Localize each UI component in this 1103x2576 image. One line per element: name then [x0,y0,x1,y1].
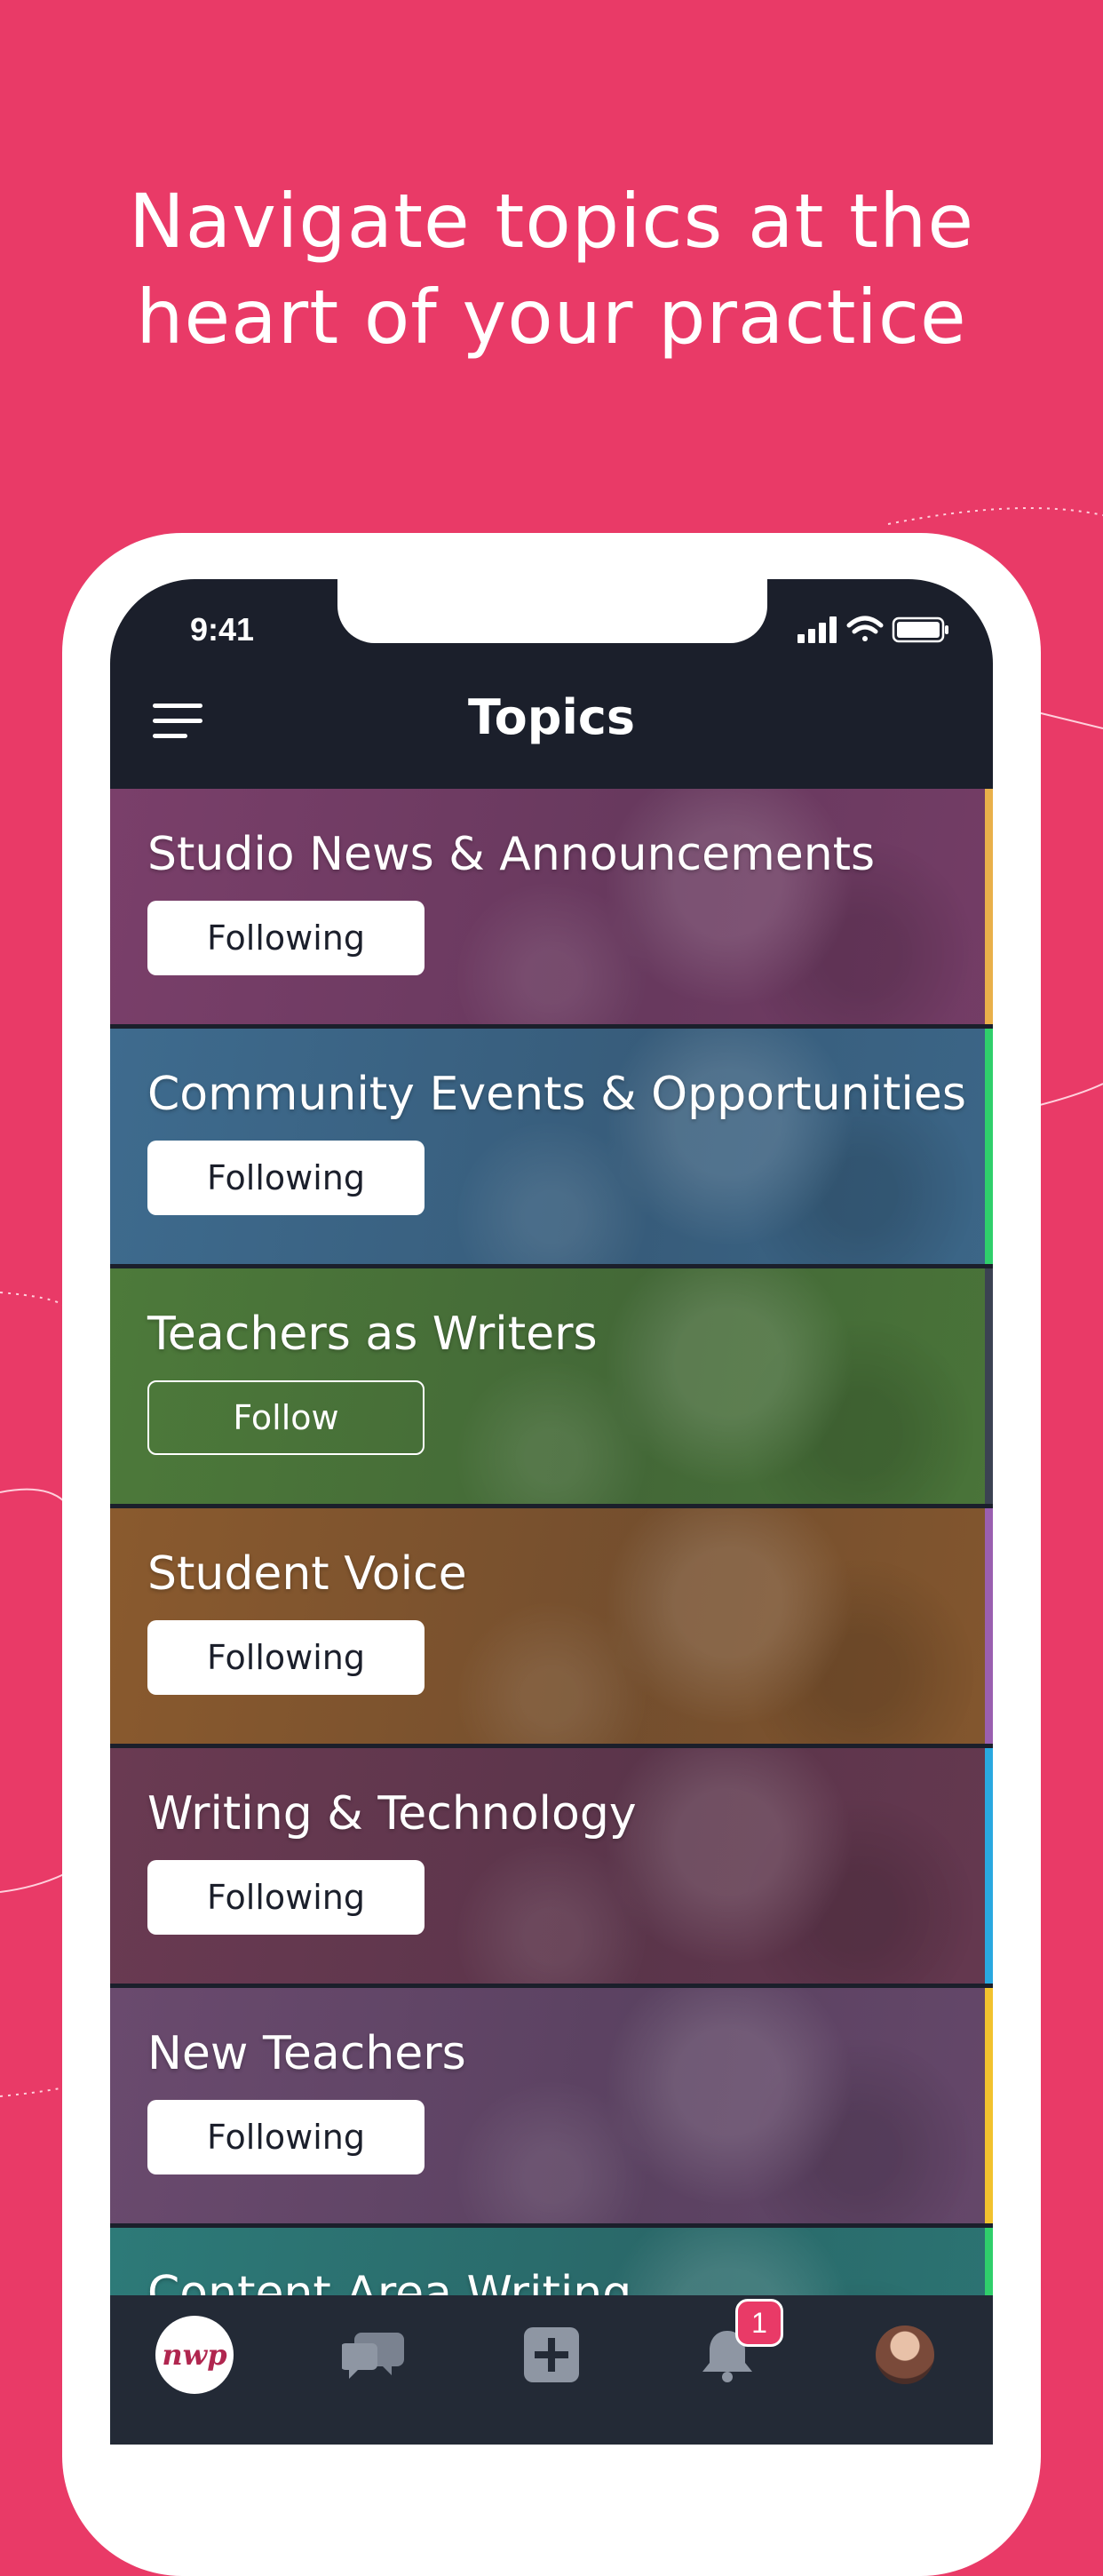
tab-home[interactable]: nwp [155,2315,234,2395]
promo-headline: Navigate topics at the heart of your pra… [0,173,1103,365]
page-title: Topics [467,689,636,745]
tab-profile[interactable] [865,2315,945,2395]
topic-color-stripe [985,1029,993,1264]
follow-button[interactable]: Follow [147,1380,425,1455]
topic-color-stripe [985,789,993,1024]
chat-bubbles-icon [342,2333,404,2379]
following-button[interactable]: Following [147,1620,425,1695]
topic-title: Student Voice [147,1547,467,1601]
topic-title: Teachers as Writers [147,1308,598,1361]
topic-color-stripe [985,1748,993,1984]
topic-row[interactable]: Writing & Technology Following [110,1748,993,1984]
tab-add-post[interactable] [512,2315,591,2395]
topic-row[interactable]: Studio News & Announcements Following [110,789,993,1024]
signal-icon [797,616,837,643]
tab-notifications[interactable]: 1 [687,2299,783,2395]
tab-bar: nwp 1 [110,2295,993,2445]
nav-header: Topics [110,668,993,789]
topic-color-stripe [985,1988,993,2223]
wifi-icon [846,616,884,641]
app-screen: 9:41 Topics Studio News & Announcements F… [110,579,993,2445]
following-button[interactable]: Following [147,2100,425,2174]
topic-title: Studio News & Announcements [147,828,876,881]
topic-title: Community Events & Opportunities [147,1068,966,1121]
tab-messages[interactable] [334,2315,414,2395]
following-button[interactable]: Following [147,901,425,975]
notification-count-badge: 1 [735,2299,783,2347]
status-icons [797,616,948,643]
battery-icon [892,616,948,643]
topic-row[interactable]: Teachers as Writers Follow [110,1268,993,1504]
following-button[interactable]: Following [147,1860,425,1935]
topic-title: Writing & Technology [147,1787,637,1841]
topic-color-stripe [985,1508,993,1744]
following-button[interactable]: Following [147,1141,425,1215]
topic-row[interactable]: New Teachers Following [110,1988,993,2223]
nwp-logo-icon: nwp [155,2316,234,2394]
status-time: 9:41 [190,611,255,648]
phone-notch [337,579,767,643]
topic-row[interactable]: Community Events & Opportunities Followin… [110,1029,993,1264]
topic-title: New Teachers [147,2027,466,2080]
topic-list: Studio News & Announcements Following Comm… [110,789,993,2445]
topic-row[interactable]: Student Voice Following [110,1508,993,1744]
promo-headline-line2: heart of your practice [136,274,967,361]
add-post-icon [524,2327,579,2382]
promo-headline-line1: Navigate topics at the [128,178,975,265]
profile-avatar [876,2326,934,2384]
topic-color-stripe [985,1268,993,1504]
